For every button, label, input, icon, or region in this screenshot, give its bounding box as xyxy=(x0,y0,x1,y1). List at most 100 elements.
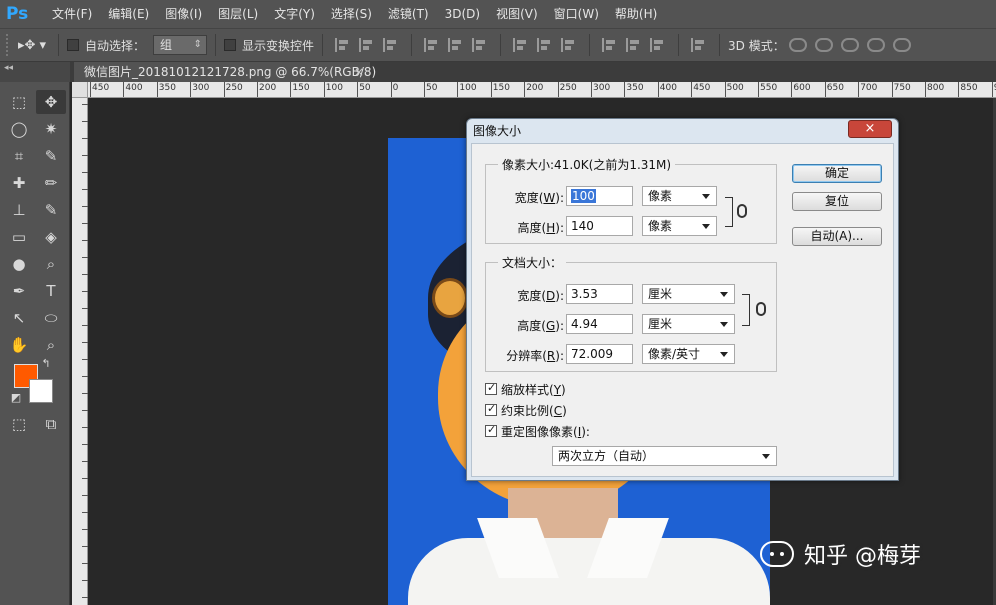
document-tab[interactable]: 微信图片_20181012121728.png @ 66.7%(RGB/8) × xyxy=(74,62,376,82)
ruler-tick-label: 750 xyxy=(893,83,911,93)
align-hcenter-icon[interactable] xyxy=(448,38,464,52)
hand-tool-icon[interactable]: ✋ xyxy=(4,333,34,357)
auto-select-checkbox[interactable] xyxy=(67,39,79,51)
3d-scale-icon[interactable] xyxy=(892,38,911,52)
menu-3d[interactable]: 3D(D) xyxy=(437,0,488,28)
document-size-title: 文档大小： xyxy=(498,254,567,271)
ruler-tick-label: 900 xyxy=(992,83,996,93)
toolbox-collapse-button[interactable]: ◂◂ xyxy=(0,62,70,82)
auto-align-icon[interactable] xyxy=(691,38,707,52)
options-grip[interactable] xyxy=(6,34,14,56)
resolution-unit-dropdown[interactable]: 像素/英寸 xyxy=(642,344,735,364)
blur-tool-icon[interactable]: ● xyxy=(4,252,34,276)
brush-tool-icon[interactable]: ✏ xyxy=(36,171,66,195)
constrain-proportions-checkbox[interactable] xyxy=(485,402,497,416)
distribute-hcenter-icon[interactable] xyxy=(626,38,642,52)
move-tool-icon[interactable]: ✥ xyxy=(36,90,66,114)
dodge-tool-icon[interactable]: ⌕ xyxy=(36,252,66,276)
healing-brush-tool-icon[interactable]: ✚ xyxy=(4,171,34,195)
path-selection-tool-icon[interactable]: ↖ xyxy=(4,306,34,330)
3d-pan-icon[interactable] xyxy=(840,38,859,52)
distribute-bottom-icon[interactable] xyxy=(561,38,577,52)
background-color-swatch[interactable] xyxy=(29,379,53,403)
3d-rotate-icon[interactable] xyxy=(788,38,807,52)
reset-button[interactable]: 复位 xyxy=(792,192,882,211)
ruler-tick-label: 650 xyxy=(826,83,844,93)
pen-tool-icon[interactable]: ✒ xyxy=(4,279,34,303)
distribute-vcenter-icon[interactable] xyxy=(537,38,553,52)
auto-select-dropdown[interactable]: 组 xyxy=(153,35,208,55)
menu-layer[interactable]: 图层(L) xyxy=(210,0,266,28)
resample-label: 重定图像像素(I): xyxy=(501,425,590,439)
menu-type[interactable]: 文字(Y) xyxy=(266,0,323,28)
resolution-input[interactable]: 72.009 xyxy=(566,344,633,364)
eyedropper-tool-icon[interactable]: ✎ xyxy=(36,144,66,168)
ruler-tick-label: 700 xyxy=(860,83,878,93)
clone-stamp-tool-icon[interactable]: ⊥ xyxy=(4,198,34,222)
distribute-right-icon[interactable] xyxy=(650,38,666,52)
distribute-left-icon[interactable] xyxy=(602,38,618,52)
show-transform-checkbox[interactable] xyxy=(224,39,237,51)
align-vcenter-icon[interactable] xyxy=(359,38,375,52)
close-tab-icon[interactable]: × xyxy=(354,62,364,82)
align-bottom-icon[interactable] xyxy=(383,38,399,52)
menu-help[interactable]: 帮助(H) xyxy=(607,0,665,28)
dialog-close-button[interactable]: × xyxy=(848,120,892,138)
menu-window[interactable]: 窗口(W) xyxy=(546,0,607,28)
pixel-width-input[interactable]: 100 xyxy=(566,186,633,206)
ruler-tick-label: 200 xyxy=(259,83,277,93)
dialog-title: 图像大小 xyxy=(473,124,522,138)
screen-mode-icon[interactable]: ⧉ xyxy=(36,412,66,436)
swap-colors-icon[interactable]: ↰ xyxy=(36,356,56,372)
magic-wand-tool-icon[interactable]: ✷ xyxy=(36,117,66,141)
photoshop-window: Ps 文件(F) 编辑(E) 图像(I) 图层(L) 文字(Y) 选择(S) 滤… xyxy=(0,0,996,605)
resample-checkbox[interactable] xyxy=(485,423,497,437)
align-top-icon[interactable] xyxy=(335,38,351,52)
horizontal-ruler[interactable]: 450 400 350 300 250 200 150 100 50 0 50 100 150 200 25… xyxy=(72,82,996,98)
menu-filter[interactable]: 滤镜(T) xyxy=(380,0,437,28)
separator xyxy=(322,34,324,56)
distribute-top-icon[interactable] xyxy=(513,38,529,52)
move-tool-preset-icon[interactable]: ▸✥ ▾ xyxy=(14,38,50,53)
constrain-proportions-label: 约束比例(C) xyxy=(501,404,567,418)
ruler-tick-label: 350 xyxy=(626,83,644,93)
history-brush-tool-icon[interactable]: ✎ xyxy=(36,198,66,222)
separator xyxy=(58,34,59,56)
scale-styles-checkbox[interactable] xyxy=(485,381,497,395)
marquee-tool-icon[interactable]: ⬚ xyxy=(4,90,34,114)
ok-button[interactable]: 确定 xyxy=(792,164,882,183)
doc-height-input[interactable]: 4.94 xyxy=(566,314,633,334)
doc-width-input[interactable]: 3.53 xyxy=(566,284,633,304)
vertical-ruler[interactable] xyxy=(72,98,88,605)
eraser-tool-icon[interactable]: ▭ xyxy=(4,225,34,249)
zoom-tool-icon[interactable]: ⌕ xyxy=(36,333,66,357)
menu-edit[interactable]: 编辑(E) xyxy=(100,0,157,28)
type-tool-icon[interactable]: T xyxy=(36,279,66,303)
menu-select[interactable]: 选择(S) xyxy=(323,0,380,28)
lasso-tool-icon[interactable]: ◯ xyxy=(4,117,34,141)
align-right-icon[interactable] xyxy=(472,38,488,52)
doc-height-label: 高度(G): xyxy=(517,319,564,333)
menu-view[interactable]: 视图(V) xyxy=(488,0,546,28)
doc-height-unit-dropdown[interactable]: 厘米 xyxy=(642,314,735,334)
crop-tool-icon[interactable]: ⌗ xyxy=(4,144,34,168)
align-left-icon[interactable] xyxy=(424,38,440,52)
menu-image[interactable]: 图像(I) xyxy=(157,0,210,28)
ruler-tick-label: 400 xyxy=(125,83,143,93)
ellipse-tool-icon[interactable]: ⬭ xyxy=(36,306,66,330)
paint-bucket-tool-icon[interactable]: ◈ xyxy=(36,225,66,249)
pixel-height-input[interactable]: 140 xyxy=(566,216,633,236)
resolution-label: 分辨率(R): xyxy=(506,349,564,363)
menu-file[interactable]: 文件(F) xyxy=(44,0,100,28)
doc-width-unit-dropdown[interactable]: 厘米 xyxy=(642,284,735,304)
quick-mask-icon[interactable]: ⬚ xyxy=(4,412,34,436)
pixel-height-unit-dropdown[interactable]: 像素 xyxy=(642,216,717,236)
3d-slide-icon[interactable] xyxy=(866,38,885,52)
default-colors-icon[interactable]: ◩ xyxy=(6,390,26,406)
pixel-width-unit-dropdown[interactable]: 像素 xyxy=(642,186,717,206)
ruler-origin[interactable] xyxy=(72,82,88,98)
resample-method-dropdown[interactable]: 两次立方（自动） xyxy=(552,446,777,466)
3d-roll-icon[interactable] xyxy=(814,38,833,52)
auto-button[interactable]: 自动(A)... xyxy=(792,227,882,246)
3d-mode-label: 3D 模式： xyxy=(728,38,785,53)
